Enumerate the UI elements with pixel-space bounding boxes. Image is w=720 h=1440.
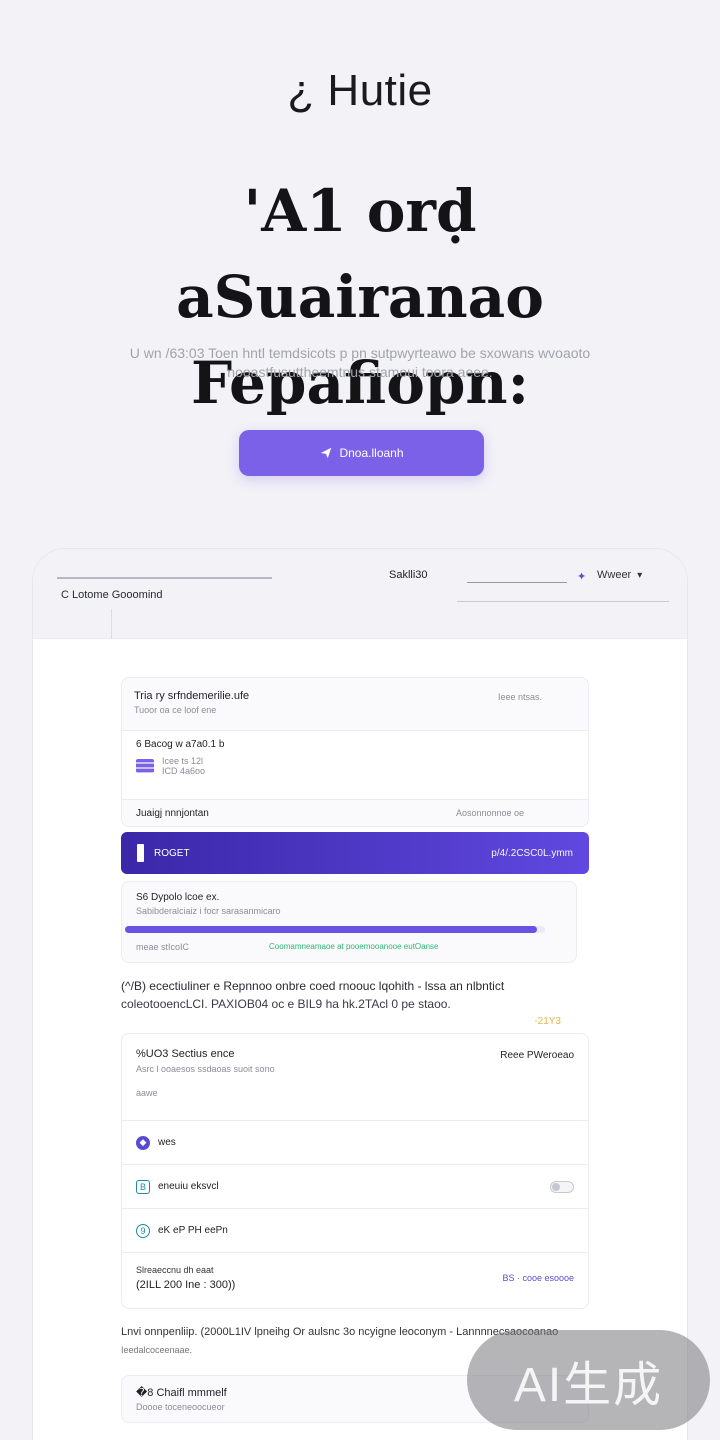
- progress-card: S6 Dypolo lcoe ex. Sabibderalciaiz i foc…: [121, 881, 577, 963]
- progress-title: S6 Dypolo lcoe ex.: [136, 892, 220, 903]
- brand-title: ¿ Hutie: [287, 66, 433, 115]
- chevron-down-icon: ▾: [637, 569, 643, 581]
- user-label: Wweer: [597, 569, 632, 581]
- toolbar-divider: [57, 577, 272, 579]
- document-icon: [137, 844, 144, 862]
- card-icon: [136, 759, 154, 773]
- info-note-line1: (^/B) ecectiuliner e Repnnoo onbre coed …: [121, 979, 505, 993]
- progress-fill: [125, 926, 537, 933]
- ai-generated-watermark: AI生成: [467, 1330, 710, 1430]
- item-sub2: ICD 4a6oo: [162, 766, 206, 776]
- bottom-card-title: �8 Chaifl mmmelf: [136, 1387, 227, 1399]
- card-subtitle: Tuoor oa ce loof ene: [134, 705, 217, 715]
- search-label[interactable]: Saklli30: [389, 569, 428, 581]
- settings-toggle[interactable]: [550, 1180, 574, 1193]
- info-note-line2: coleotooencLCI. PAXIOB04 oc e BIL9 ha hk…: [121, 997, 451, 1011]
- settings-sub2: aawe: [136, 1088, 158, 1098]
- app-preview-frame: C Lotome Gooomind Saklli30 ✦ Wweer ▾ Tri…: [32, 548, 688, 1440]
- app-toolbar: C Lotome Gooomind Saklli30 ✦ Wweer ▾: [33, 549, 687, 639]
- progress-left: meae stIcoIC: [136, 942, 190, 952]
- hero-headline: 'A1 orḍ aSuairanao Fepafiopn:: [60, 168, 660, 426]
- card-meta: Ieee ntsas.: [497, 692, 542, 702]
- hero-headline-line1: 'A1 orḍ aSuairanao: [176, 177, 544, 331]
- info-note-tag: -21Y3: [534, 1016, 561, 1027]
- sidebar-divider: [111, 609, 112, 639]
- window-title: C Lotome Gooomind: [61, 589, 163, 601]
- progress-bar: [125, 926, 545, 933]
- selected-row-value: p/4/.2CSC0L.ymm: [491, 847, 573, 859]
- row-label: Juaigj nnnjontan: [136, 808, 209, 819]
- settings-item-label: eneuiu eksvcl: [158, 1181, 219, 1192]
- selected-row-label: ROGET: [154, 847, 190, 859]
- item-label: 6 Bacog w a7a0.1 b: [136, 739, 225, 750]
- settings-subtitle: Asrc l ooaesos ssdaoas suoit sono: [136, 1064, 275, 1074]
- cta-button[interactable]: Dnoa.lloanh: [239, 430, 484, 476]
- hero-subtext: U wn /63:03 Toen hntl temdsicots p pn su…: [110, 344, 610, 382]
- settings-footer-meta[interactable]: BS · cooe esoooe: [502, 1273, 574, 1283]
- settings-item-label: wes: [158, 1137, 176, 1148]
- settings-meta[interactable]: Reee PWeroeao: [500, 1050, 574, 1061]
- clock-icon: 9: [136, 1223, 150, 1238]
- bottom-card-subtitle: Doooe toceneoocueor: [136, 1402, 225, 1412]
- settings-item[interactable]: 9 eK eP PH eePn: [122, 1208, 588, 1252]
- settings-item[interactable]: B eneuiu eksvcl: [122, 1164, 588, 1208]
- summary-card: Tria ry srfndemerilie.ufe Tuoor oa ce lo…: [121, 677, 589, 827]
- search-input[interactable]: [467, 569, 567, 583]
- progress-status: Coomamneamaoe at pooemooanooe eutOanse: [269, 942, 439, 951]
- settings-footer: Slreaeccnu dh eaat (2ILL 200 Ine : 300))…: [122, 1252, 588, 1310]
- item-sub1: Icee ts 12l: [162, 756, 204, 766]
- hero-subtext-line2: nooastfusuttheemtnus stamoui toora aeee.: [227, 364, 493, 380]
- settings-item[interactable]: ◆ wes: [122, 1120, 588, 1164]
- badge-icon: ◆: [136, 1135, 150, 1150]
- send-icon: [321, 447, 332, 459]
- settings-item-label: eK eP PH eePn: [158, 1225, 228, 1236]
- settings-title: %UO3 Sectius ence: [136, 1048, 235, 1060]
- user-menu[interactable]: ✦ Wweer ▾: [577, 569, 643, 583]
- cta-label: Dnoa.lloanh: [339, 446, 404, 460]
- users-icon: ✦: [577, 571, 587, 583]
- info-note: (^/B) ecectiuliner e Repnnoo onbre coed …: [121, 977, 581, 1027]
- hero-subtext-line1: U wn /63:03 Toen hntl temdsicots p pn su…: [129, 345, 591, 361]
- settings-card: %UO3 Sectius ence Asrc l ooaesos ssdaoas…: [121, 1033, 589, 1309]
- toolbar-rule: [457, 601, 669, 602]
- progress-subtitle: Sabibderalciaiz i focr sarasanmicaro: [136, 906, 281, 916]
- row-meta: Aosonnonnoe oe: [455, 808, 524, 818]
- selected-row[interactable]: ROGET p/4/.2CSC0L.ymm: [121, 832, 589, 874]
- b-icon: B: [136, 1179, 150, 1194]
- list-item[interactable]: 6 Bacog w a7a0.1 b Icee ts 12l ICD 4a6oo: [122, 730, 588, 800]
